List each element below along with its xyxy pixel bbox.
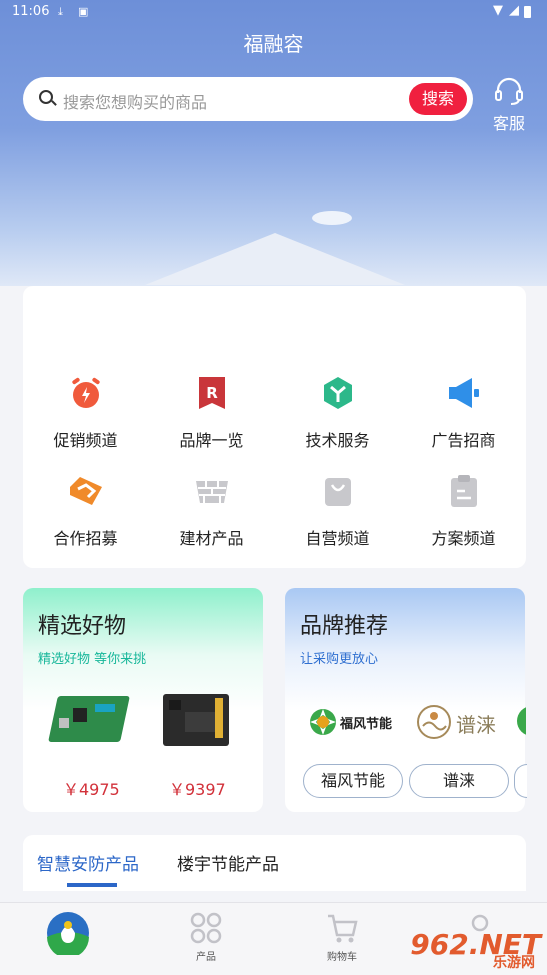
category-label: 促销频道 (53, 431, 118, 450)
brand-pill-partial[interactable] (514, 764, 527, 798)
category-label: 建材产品 (179, 529, 244, 548)
featured-goods-card[interactable]: 精选好物 精选好物 等你来挑 ￥4975 ￥9397 (23, 588, 263, 812)
category-label: 自营频道 (305, 529, 370, 548)
category-label: 技术服务 (305, 431, 370, 450)
brand-pill-fufeng[interactable]: 福风节能 (303, 764, 403, 798)
product-image-black-board[interactable] (159, 688, 235, 754)
download-icon: ⤓ (58, 5, 63, 18)
search-button[interactable]: 搜索 (409, 83, 467, 115)
category-label: 品牌一览 (179, 431, 244, 450)
search-icon (39, 90, 53, 104)
featured-goods-subtitle: 精选好物 等你来挑 (38, 652, 147, 667)
status-bar: 11:06 ⤓ ▣ ▼ ◢ (0, 0, 547, 24)
tab-smart-security[interactable]: 智慧安防产品 (37, 850, 139, 875)
category-item-solutions[interactable]: 方案频道 (401, 473, 526, 549)
category-label: 方案频道 (431, 529, 496, 548)
signal-icon: ◢ (509, 3, 519, 18)
status-time: 11:06 (12, 4, 50, 19)
nav-products[interactable]: 产品 (171, 911, 241, 963)
featured-goods-title: 精选好物 (38, 614, 127, 639)
watermark-text: 乐游网 (493, 955, 535, 971)
product-price: ￥4975 (63, 780, 120, 799)
brand-logo-pulai[interactable]: 谱涞 (416, 700, 500, 744)
brand-logo-text: 谱涞 (456, 713, 496, 737)
category-item-cooperation[interactable]: 合作招募 (23, 473, 148, 549)
bricks-icon (195, 481, 228, 503)
headset-icon (495, 77, 523, 105)
nav-products-label: 产品 (196, 952, 216, 963)
handshake-icon (69, 477, 102, 505)
search-input[interactable]: 搜索您想购买的商品 (63, 89, 207, 113)
category-item-advertising[interactable]: 广告招商 (401, 375, 526, 451)
nav-home[interactable] (33, 911, 103, 958)
brand-logo-text: 福风节能 (340, 717, 393, 732)
category-item-self-operated[interactable]: 自营频道 (275, 473, 400, 549)
category-grid: 促销频道 R 品牌一览 技术服务 广告招商 合作招募 建材产品 自营频道 方案频… (23, 286, 526, 568)
active-tab-indicator (67, 883, 117, 887)
product-price: ￥9397 (169, 780, 226, 799)
category-label: 广告招商 (431, 431, 496, 450)
alarm-clock-icon (71, 377, 100, 408)
product-image-green-board[interactable] (48, 688, 131, 750)
customer-service-label: 客服 (492, 114, 525, 133)
wifi-icon: ▼ (493, 3, 503, 18)
product-tabs: 智慧安防产品 楼宇节能产品 (23, 835, 526, 891)
cart-icon (328, 914, 358, 943)
tech-service-icon (323, 377, 352, 409)
clipboard-icon (450, 475, 477, 507)
battery-icon (524, 6, 531, 18)
shopping-bag-icon (324, 478, 351, 506)
customer-service-button[interactable]: 客服 (486, 76, 532, 134)
notification-icon: ▣ (78, 5, 89, 18)
app-title: 福融容 (243, 32, 304, 56)
nav-cart-label: 购物车 (327, 952, 357, 963)
grid-icon (190, 912, 222, 944)
tab-building-energy[interactable]: 楼宇节能产品 (177, 850, 279, 875)
fufeng-logo (310, 709, 336, 735)
brand-pill-pulai[interactable]: 谱涞 (409, 764, 509, 798)
category-item-building-materials[interactable]: 建材产品 (149, 473, 274, 549)
brand-r-icon: R (198, 377, 225, 409)
svg-text:R: R (206, 384, 218, 402)
home-logo-icon (47, 912, 89, 958)
category-item-tech-service[interactable]: 技术服务 (275, 375, 400, 451)
pulai-logo (417, 705, 451, 739)
megaphone-icon (448, 378, 479, 408)
category-item-brands[interactable]: R 品牌一览 (149, 375, 274, 451)
brand-logo-partial[interactable] (517, 706, 526, 736)
search-bar[interactable]: 搜索您想购买的商品 搜索 (23, 77, 473, 121)
mountain-shape (145, 233, 405, 285)
cloud-shape (312, 211, 352, 225)
header-banner: 11:06 ⤓ ▣ ▼ ◢ 福融容 搜索您想购买的商品 搜索 客服 (0, 0, 547, 286)
category-label: 合作招募 (53, 529, 118, 548)
category-item-promotion[interactable]: 促销频道 (23, 375, 148, 451)
brand-recommend-subtitle: 让采购更放心 (300, 652, 379, 667)
brand-recommend-title: 品牌推荐 (300, 614, 389, 639)
brand-logo-fufeng[interactable]: 福风节能 (306, 700, 398, 744)
nav-cart[interactable]: 购物车 (307, 911, 377, 963)
